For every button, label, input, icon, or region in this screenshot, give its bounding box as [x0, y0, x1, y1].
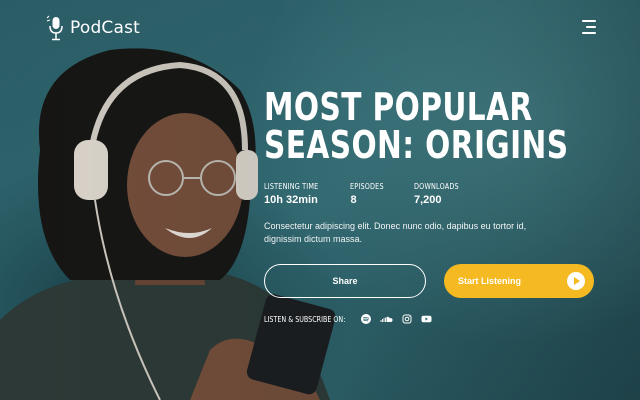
stat-episodes: EPISODES 8 — [350, 182, 388, 206]
hero-title-line2: SEASON: ORIGINS — [264, 123, 569, 167]
logo[interactable]: PodCast — [46, 14, 140, 42]
stat-value: 8 — [350, 194, 357, 206]
soundcloud-icon[interactable] — [380, 314, 393, 324]
stats-row: LISTENING TIME 10h 32min EPISODES 8 DOWN… — [264, 182, 604, 206]
start-listening-button[interactable]: Start Listening — [444, 264, 594, 298]
subscribe-label: LISTEN & SUBSCRIBE ON: — [264, 314, 346, 324]
share-button-label: Share — [332, 276, 358, 286]
stat-label: LISTENING TIME — [264, 182, 319, 191]
brand-name: PodCast — [70, 18, 141, 38]
stat-label: DOWNLOADS — [413, 182, 459, 191]
stat-downloads: DOWNLOADS 7,200 — [414, 182, 464, 206]
stat-listening-time: LISTENING TIME 10h 32min — [264, 182, 324, 206]
share-button[interactable]: Share — [264, 264, 426, 298]
hero-title-line1: MOST POPULAR — [264, 85, 533, 129]
hamburger-menu-icon[interactable] — [580, 20, 596, 34]
action-buttons: Share Start Listening — [264, 264, 604, 298]
stat-label: EPISODES — [350, 182, 385, 191]
hero-title: MOST POPULAR SEASON: ORIGINS — [264, 85, 569, 167]
spotify-icon[interactable] — [360, 314, 371, 324]
stat-value: 7,200 — [413, 194, 442, 206]
hero-content: MOST POPULAR SEASON: ORIGINS LISTENING T… — [264, 88, 604, 324]
subscribe-row: LISTEN & SUBSCRIBE ON: — [264, 314, 604, 324]
microphone-icon — [46, 15, 63, 41]
instagram-icon[interactable] — [402, 314, 412, 324]
stat-value: 10h 32min — [264, 194, 318, 206]
hero-description: Consectetur adipiscing elit. Donec nunc … — [264, 221, 527, 244]
play-icon — [567, 272, 585, 290]
youtube-icon[interactable] — [421, 314, 432, 324]
start-listening-label: Start Listening — [458, 276, 522, 286]
